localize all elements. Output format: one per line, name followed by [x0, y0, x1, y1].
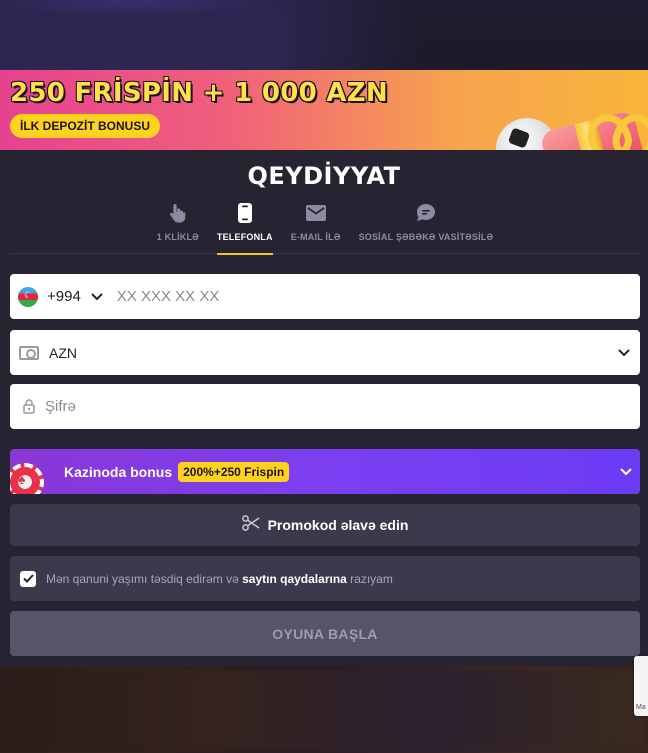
- banner-badge: İLK DEPOZİT BONUSU: [10, 114, 161, 138]
- registration-panel: QEYDİYYAT 1 KLİKLƏ TELEFONLA E-MAIL İLƏ …: [0, 150, 648, 666]
- tab-label: SOSİAL ŞƏBƏKƏ VASİTƏSİLƏ: [358, 232, 494, 242]
- agreement-prefix: Mən qanuni yaşımı təsdiq edirəm və: [46, 571, 239, 586]
- tab-phone[interactable]: TELEFONLA: [216, 200, 273, 255]
- casino-bonus-select[interactable]: ♠ Kazinoda bonus 200%+250 Frispin: [10, 449, 640, 494]
- tab-one-click[interactable]: 1 KLİKLƏ: [157, 200, 199, 254]
- registration-tabs: 1 KLİKLƏ TELEFONLA E-MAIL İLƏ SOSİAL ŞƏB…: [10, 200, 640, 255]
- checkmark-icon: [22, 574, 34, 583]
- chevron-down-icon: [618, 344, 630, 362]
- tab-label: TELEFONLA: [216, 232, 273, 242]
- casino-chip-icon: [10, 463, 44, 494]
- bonus-tag: 200%+250 Frispin: [178, 461, 290, 482]
- start-game-button[interactable]: OYUNA BAŞLA: [10, 611, 640, 656]
- recaptcha-label: Ma: [636, 704, 646, 711]
- bonus-label: Kazinoda bonus: [64, 463, 173, 480]
- promo-label: Promokod əlavə edin: [267, 517, 409, 533]
- envelope-icon: [305, 202, 327, 224]
- agreement-suffix: razıyam: [350, 571, 393, 586]
- banner-title: 250 FRİSPİN + 1 000 AZN: [10, 78, 388, 108]
- tab-social[interactable]: SOSİAL ŞƏBƏKƏ VASİTƏSİLƏ: [359, 200, 494, 254]
- currency-select[interactable]: AZN: [10, 330, 640, 375]
- background-games-blur: [0, 668, 648, 753]
- banknote-icon: [19, 345, 39, 360]
- agreement-text: Mən qanuni yaşımı təsdiq edirəm və saytı…: [46, 572, 393, 586]
- password-field: [10, 384, 640, 429]
- chat-bubble-icon: [415, 202, 437, 224]
- azerbaijan-flag-icon: [18, 286, 38, 307]
- phone-input[interactable]: [116, 274, 640, 319]
- age-agreement-row: Mən qanuni yaşımı təsdiq edirəm və saytı…: [10, 556, 640, 601]
- lock-icon: [23, 399, 35, 414]
- hand-pointer-icon: [167, 202, 189, 224]
- tab-email[interactable]: E-MAIL İLƏ: [291, 200, 341, 254]
- background-header-blur: [0, 10, 290, 70]
- agreement-checkbox[interactable]: [20, 570, 36, 587]
- site-rules-link[interactable]: saytın qaydalarına: [242, 572, 347, 586]
- phone-field: +994: [10, 274, 640, 319]
- country-code[interactable]: +994: [47, 288, 81, 305]
- add-promocode-button[interactable]: Promokod əlavə edin: [10, 504, 640, 546]
- password-input[interactable]: [45, 384, 640, 429]
- spade-icon: ♠: [18, 471, 26, 487]
- recaptcha-badge[interactable]: Ma: [634, 656, 648, 716]
- currency-value: AZN: [49, 344, 77, 361]
- chevron-down-icon: [620, 467, 632, 476]
- deposit-bonus-banner: 250 FRİSPİN + 1 000 AZN İLK DEPOZİT BONU…: [0, 70, 648, 231]
- gift-bow-icon: [588, 114, 644, 154]
- scissors-icon: [241, 514, 260, 536]
- tab-label: 1 KLİKLƏ: [156, 232, 199, 242]
- phone-icon: [234, 202, 256, 224]
- page-title: QEYDİYYAT: [247, 162, 401, 190]
- tab-label: E-MAIL İLƏ: [290, 232, 341, 242]
- chevron-down-icon[interactable]: [91, 292, 103, 301]
